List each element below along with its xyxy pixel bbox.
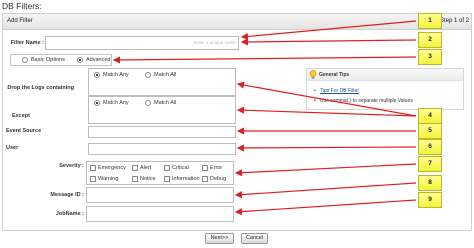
arrow-6 xyxy=(236,144,417,152)
callout-6: 6 xyxy=(418,139,442,155)
arrow-2 xyxy=(240,38,417,46)
callout-2: 2 xyxy=(418,32,442,48)
callout-4: 4 xyxy=(418,108,442,124)
callout-1: 1 xyxy=(418,13,442,29)
arrow-9 xyxy=(234,199,417,216)
callout-3: 3 xyxy=(418,49,442,65)
arrow-3 xyxy=(112,56,417,64)
arrow-1 xyxy=(240,20,417,41)
callout-8: 8 xyxy=(418,175,442,191)
arrow-7 xyxy=(234,163,417,177)
callout-5: 5 xyxy=(418,123,442,139)
annotation-arrows xyxy=(112,20,417,216)
callout-9: 9 xyxy=(418,192,442,208)
callout-7: 7 xyxy=(418,156,442,172)
arrow-8 xyxy=(234,182,417,199)
